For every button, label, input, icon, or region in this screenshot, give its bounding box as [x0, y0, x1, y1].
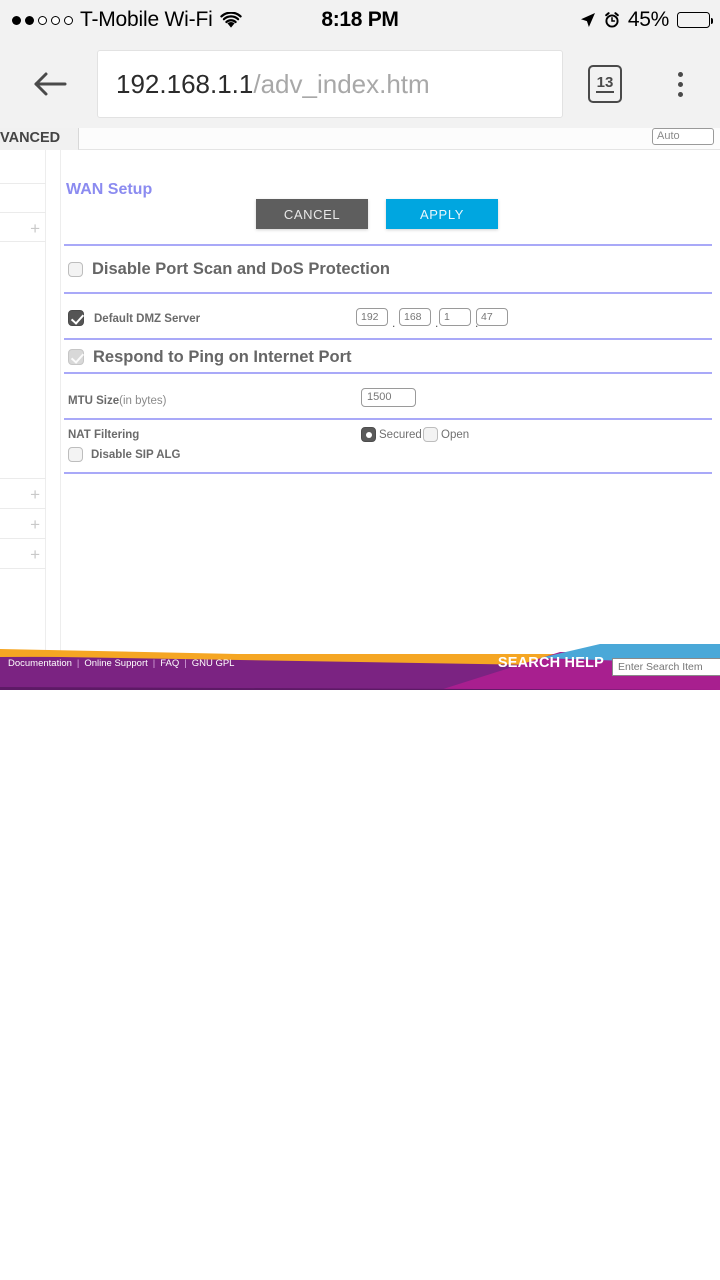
phone-screen: T-Mobile Wi-Fi 8:18 PM 45% 192.168.1.1 /… — [0, 0, 720, 1280]
sidebar-divider-1 — [0, 241, 46, 242]
sidebar-divider-2 — [0, 568, 46, 569]
sidebar-expander-3[interactable]: + — [30, 516, 40, 533]
tab-switcher-button[interactable]: 13 — [588, 65, 622, 103]
row-default-dmz-server[interactable]: Default DMZ Server 192 . 168 . 1 . 47 — [68, 308, 720, 332]
dmz-ip-sep-2: . — [435, 316, 439, 330]
label-default-dmz-server: Default DMZ Server — [94, 313, 201, 325]
router-footer: Documentation | Online Support | FAQ | G… — [0, 644, 720, 690]
checkbox-disable-port-scan[interactable] — [68, 262, 83, 277]
dmz-octet-2[interactable]: 168 — [399, 308, 431, 326]
sidebar-expander-1[interactable]: + — [30, 220, 40, 237]
row-mtu-size[interactable]: MTU Size(in bytes) 1500 — [68, 388, 720, 410]
location-arrow-icon — [580, 12, 596, 28]
footer-links: Documentation | Online Support | FAQ | G… — [8, 658, 234, 669]
checkbox-respond-to-ping[interactable] — [68, 349, 84, 365]
nat-option-open[interactable]: Open — [423, 426, 469, 444]
sidebar-item-1[interactable] — [0, 183, 46, 212]
router-sidebar: + + + + — [0, 150, 46, 690]
router-tab-strip: VANCED Auto — [0, 128, 720, 150]
tab-count-label: 13 — [595, 74, 615, 93]
sidebar-expander-4[interactable]: + — [30, 546, 40, 563]
sidebar-item-4[interactable]: + — [0, 508, 46, 538]
tab-advanced[interactable]: VANCED — [0, 128, 60, 150]
radio-open[interactable] — [423, 427, 438, 443]
dmz-octet-4[interactable]: 47 — [476, 308, 508, 326]
sidebar-item-3[interactable]: + — [0, 478, 46, 508]
wan-setup-panel: WAN Setup CANCEL APPLY Disable Port Scan… — [60, 150, 720, 690]
footer-sep-1: | — [76, 658, 80, 669]
label-secured: Secured — [379, 428, 422, 441]
checkbox-default-dmz-server[interactable] — [68, 310, 84, 326]
radio-secured[interactable] — [361, 427, 376, 443]
apply-button[interactable]: APPLY — [386, 199, 498, 229]
row-nat-filtering: NAT Filtering Secured Open — [68, 426, 720, 448]
page-title: WAN Setup — [66, 181, 153, 198]
footer-sep-3: | — [184, 658, 187, 669]
label-open: Open — [441, 428, 470, 441]
alarm-clock-icon — [604, 12, 620, 28]
label-respond-to-ping: Respond to Ping on Internet Port — [93, 347, 352, 366]
divider-2 — [64, 292, 712, 294]
dmz-ip-sep-1: . — [392, 316, 396, 330]
footer-link-faq[interactable]: FAQ — [160, 658, 179, 669]
mtu-size-input[interactable]: 1500 — [361, 388, 416, 407]
label-mtu-units: (in bytes) — [119, 395, 167, 407]
search-help-label: SEARCH HELP — [497, 655, 604, 671]
row-respond-to-ping[interactable]: Respond to Ping on Internet Port — [68, 340, 352, 374]
back-button[interactable] — [30, 64, 70, 104]
webpage-viewport: VANCED Auto + + + + WAN Setup CANCEL APP… — [0, 128, 720, 690]
divider-4 — [64, 372, 712, 374]
sidebar-item-5[interactable]: + — [0, 538, 46, 568]
tab-panel-edge — [78, 128, 720, 150]
row-disable-sip-alg[interactable]: Disable SIP ALG — [68, 447, 180, 462]
cancel-button[interactable]: CANCEL — [256, 199, 368, 229]
footer-sep-2: | — [152, 658, 156, 669]
url-host: 192.168.1.1 — [116, 68, 254, 99]
divider-5 — [64, 418, 712, 420]
label-disable-port-scan: Disable Port Scan and DoS Protection — [92, 260, 390, 278]
label-mtu-size: MTU Size — [68, 395, 120, 407]
divider-6 — [64, 472, 712, 474]
label-nat-filtering: NAT Filtering — [68, 429, 140, 441]
url-path: /adv_index.htm — [253, 68, 430, 99]
battery-icon — [677, 12, 713, 28]
status-bar-right: 45% — [580, 8, 713, 32]
search-input[interactable] — [612, 658, 720, 676]
footer-link-gnu-gpl[interactable]: GNU GPL — [192, 658, 235, 669]
overflow-menu-icon[interactable] — [668, 64, 692, 104]
row-disable-port-scan[interactable]: Disable Port Scan and DoS Protection — [68, 260, 390, 279]
checkbox-disable-sip-alg[interactable] — [68, 447, 83, 462]
nat-option-secured[interactable]: Secured — [361, 426, 422, 444]
divider-1 — [64, 244, 712, 246]
blank-area-below-page — [0, 690, 720, 1280]
auto-field[interactable]: Auto — [652, 128, 714, 145]
browser-toolbar: 192.168.1.1/adv_index.htm 13 — [0, 40, 720, 128]
url-bar[interactable]: 192.168.1.1/adv_index.htm — [97, 50, 563, 118]
sidebar-item-2[interactable]: + — [0, 212, 46, 241]
footer-link-online-support[interactable]: Online Support — [84, 658, 147, 669]
sidebar-expander-2[interactable]: + — [30, 486, 40, 503]
battery-percent-label: 45% — [627, 8, 669, 31]
footer-link-documentation[interactable]: Documentation — [8, 658, 72, 669]
ios-status-bar: T-Mobile Wi-Fi 8:18 PM 45% — [0, 0, 720, 40]
dmz-octet-1[interactable]: 192 — [356, 308, 388, 326]
label-disable-sip-alg: Disable SIP ALG — [91, 448, 181, 461]
dmz-octet-3[interactable]: 1 — [439, 308, 471, 326]
